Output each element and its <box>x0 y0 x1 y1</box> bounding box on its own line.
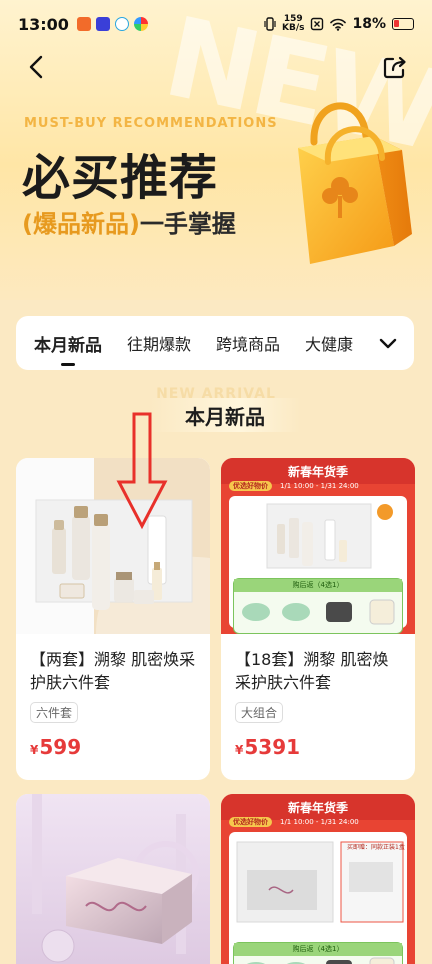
battery-percent: 18% <box>352 16 386 32</box>
promo-gift-side: 买即赠：同款正装1盒 <box>347 844 405 851</box>
notification-app-icon <box>76 17 91 31</box>
price-currency: ¥ <box>235 743 244 757</box>
product-price: ¥5391 <box>221 735 415 759</box>
price-value: 599 <box>39 735 82 759</box>
product-card[interactable]: 新春年货季 优选好物价 1/1 10:00 - 1/31 24:00 购后返（4… <box>221 458 415 780</box>
price-value: 5391 <box>244 735 301 759</box>
product-name: 【两套】溯黎 肌密焕采护肤六件套 <box>30 650 196 692</box>
product-image: 新春年货季 优选好物价 1/1 10:00 - 1/31 24:00 买即赠：同… <box>221 794 415 964</box>
wifi-icon <box>330 18 347 31</box>
chevron-down-icon[interactable] <box>376 331 400 355</box>
back-arrow-icon[interactable] <box>22 52 52 82</box>
notification-app-icon <box>95 17 110 31</box>
product-image: 新春年货季 优选好物价 1/1 10:00 - 1/31 24:00 购后返（4… <box>221 458 415 634</box>
product-card[interactable] <box>16 794 210 964</box>
category-tabs: 本月新品 往期爆款 跨境商品 大健康 <box>16 316 414 370</box>
sim-off-icon <box>311 17 324 31</box>
promo-gift-box: 购后返（4选1） <box>233 578 403 634</box>
product-card[interactable]: 【两套】溯黎 肌密焕采护肤六件套 六件套 ¥599 <box>16 458 210 780</box>
status-time: 13:00 <box>18 14 69 34</box>
price-currency: ¥ <box>30 743 39 757</box>
product-card[interactable]: 新春年货季 优选好物价 1/1 10:00 - 1/31 24:00 买即赠：同… <box>221 794 415 964</box>
promo-bar: 优选好物价 1/1 10:00 - 1/31 24:00 <box>229 816 407 828</box>
notification-app-icon <box>133 17 148 31</box>
tab-past-hits[interactable]: 往期爆款 <box>127 331 191 355</box>
promo-gift-title: 购后返（4选1） <box>234 579 402 592</box>
hero-subtitle-rest: 一手掌握 <box>139 210 236 238</box>
status-indicators: 159 KB/s 18% <box>264 15 414 33</box>
promo-date: 1/1 10:00 - 1/31 24:00 <box>280 482 359 490</box>
tab-cross-border[interactable]: 跨境商品 <box>216 331 280 355</box>
product-image <box>16 794 210 964</box>
shopping-bag-icon <box>298 102 412 264</box>
promo-bar: 优选好物价 1/1 10:00 - 1/31 24:00 <box>229 480 407 492</box>
promo-pill: 优选好物价 <box>229 481 272 491</box>
product-price: ¥599 <box>16 735 210 759</box>
tab-health[interactable]: 大健康 <box>305 331 353 355</box>
product-image <box>16 458 210 634</box>
status-bar: 13:00 159 KB/s 18% <box>0 0 432 48</box>
product-name: 【18套】溯黎 肌密焕采护肤六件套 <box>235 650 389 692</box>
notification-app-icon <box>114 17 129 31</box>
promo-gift-title: 购后返（4选1） <box>234 943 402 956</box>
promo-date: 1/1 10:00 - 1/31 24:00 <box>280 818 359 826</box>
network-speed-unit: KB/s <box>282 23 305 33</box>
hero-subtitle: (爆品新品)一手掌握 <box>22 204 236 239</box>
promo-pill: 优选好物价 <box>229 817 272 827</box>
hero-english-caption: MUST-BUY RECOMMENDATIONS <box>24 116 278 131</box>
hero-title: 必买推荐 <box>22 150 219 206</box>
battery-icon <box>392 18 414 30</box>
section-header: 本月新品 <box>150 398 300 432</box>
product-tag: 六件套 <box>30 702 79 723</box>
promo-gift-box: 购后返（4选1） <box>233 942 403 964</box>
hero-subtitle-accent: (爆品新品) <box>22 210 140 238</box>
annotation-arrow-icon <box>116 412 168 530</box>
network-speed: 159 KB/s <box>282 15 304 33</box>
section-title: 本月新品 <box>185 404 265 429</box>
vibrate-icon <box>264 17 276 31</box>
tab-this-month-new[interactable]: 本月新品 <box>34 331 102 366</box>
product-tag: 大组合 <box>235 702 284 723</box>
